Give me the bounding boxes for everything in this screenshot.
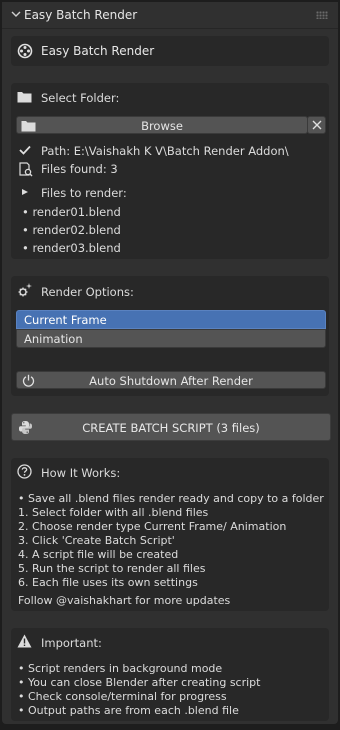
auto-shutdown-label: Auto Shutdown After Render [89, 374, 253, 388]
auto-shutdown-toggle[interactable]: Auto Shutdown After Render [16, 371, 326, 389]
file-list-item: • render02.blend [22, 223, 121, 237]
how-it-works-line: 3. Click 'Create Batch Script' [18, 534, 175, 547]
files-to-render-label: Files to render: [41, 186, 127, 200]
browse-button[interactable]: Browse [16, 116, 308, 134]
folder-path-text: Path: E:\Vaishakh K V\Batch Render Addon… [41, 144, 289, 158]
film-reel-icon [17, 43, 33, 59]
addon-title: Easy Batch Render [41, 44, 155, 58]
how-it-works-line: 4. A script file will be created [18, 548, 179, 561]
create-batch-script-button[interactable]: CREATE BATCH SCRIPT (3 files) [11, 413, 331, 441]
clear-path-button[interactable] [307, 116, 326, 134]
panel-header[interactable]: Easy Batch Render [2, 2, 338, 29]
addon-panel: Easy Batch Render Easy Batch Render Sele… [2, 2, 338, 724]
option-current-frame[interactable]: Current Frame [16, 310, 326, 329]
how-it-works-line: 1. Select folder with all .blend files [18, 506, 209, 519]
triangle-right-icon[interactable] [21, 188, 29, 196]
power-icon [22, 374, 35, 387]
option-animation[interactable]: Animation [16, 329, 326, 348]
drag-handle-icon[interactable] [316, 11, 328, 19]
important-line: • Check console/terminal for progress [18, 690, 227, 703]
warning-icon [17, 634, 32, 648]
addon-title-box: Easy Batch Render [11, 36, 329, 66]
file-list-item: • render01.blend [22, 205, 121, 219]
important-box: Important: • Script renders in backgroun… [11, 628, 329, 721]
render-options-label: Render Options: [41, 285, 134, 299]
select-folder-label: Select Folder: [41, 91, 120, 105]
how-it-works-line: 5. Run the script to render all files [18, 562, 206, 575]
how-it-works-line: 2. Choose render type Current Frame/ Ani… [18, 520, 287, 533]
settings-sparkle-icon [18, 283, 32, 297]
how-it-works-line: • Save all .blend files render ready and… [18, 492, 324, 505]
important-line: • Script renders in background mode [18, 662, 223, 675]
file-list-item: • render03.blend [22, 241, 121, 255]
folder-icon [17, 92, 32, 103]
how-it-works-box: How It Works: • Save all .blend files re… [11, 458, 329, 611]
how-it-works-line: 6. Each file uses its own settings [18, 576, 198, 589]
select-folder-box: Select Folder: Browse Path: E:\Vaishakh … [11, 83, 329, 259]
close-icon [312, 120, 322, 130]
file-search-icon [19, 162, 33, 177]
render-options-box: Render Options: Current Frame Animation … [11, 276, 329, 396]
important-line: • You can close Blender after creating s… [18, 676, 261, 689]
question-icon [17, 464, 32, 479]
files-found-text: Files found: 3 [41, 162, 118, 176]
folder-icon [21, 121, 36, 132]
create-batch-script-label: CREATE BATCH SCRIPT (3 files) [82, 421, 260, 435]
checkmark-icon [19, 145, 31, 155]
browse-label: Browse [141, 119, 183, 133]
important-line: • Output paths are from each .blend file [18, 704, 239, 717]
important-title: Important: [41, 636, 102, 650]
chevron-down-icon[interactable] [11, 9, 21, 19]
how-it-works-title: How It Works: [41, 466, 121, 480]
follow-text: Follow @vaishakhart for more updates [18, 594, 231, 607]
panel-title: Easy Batch Render [24, 8, 138, 22]
